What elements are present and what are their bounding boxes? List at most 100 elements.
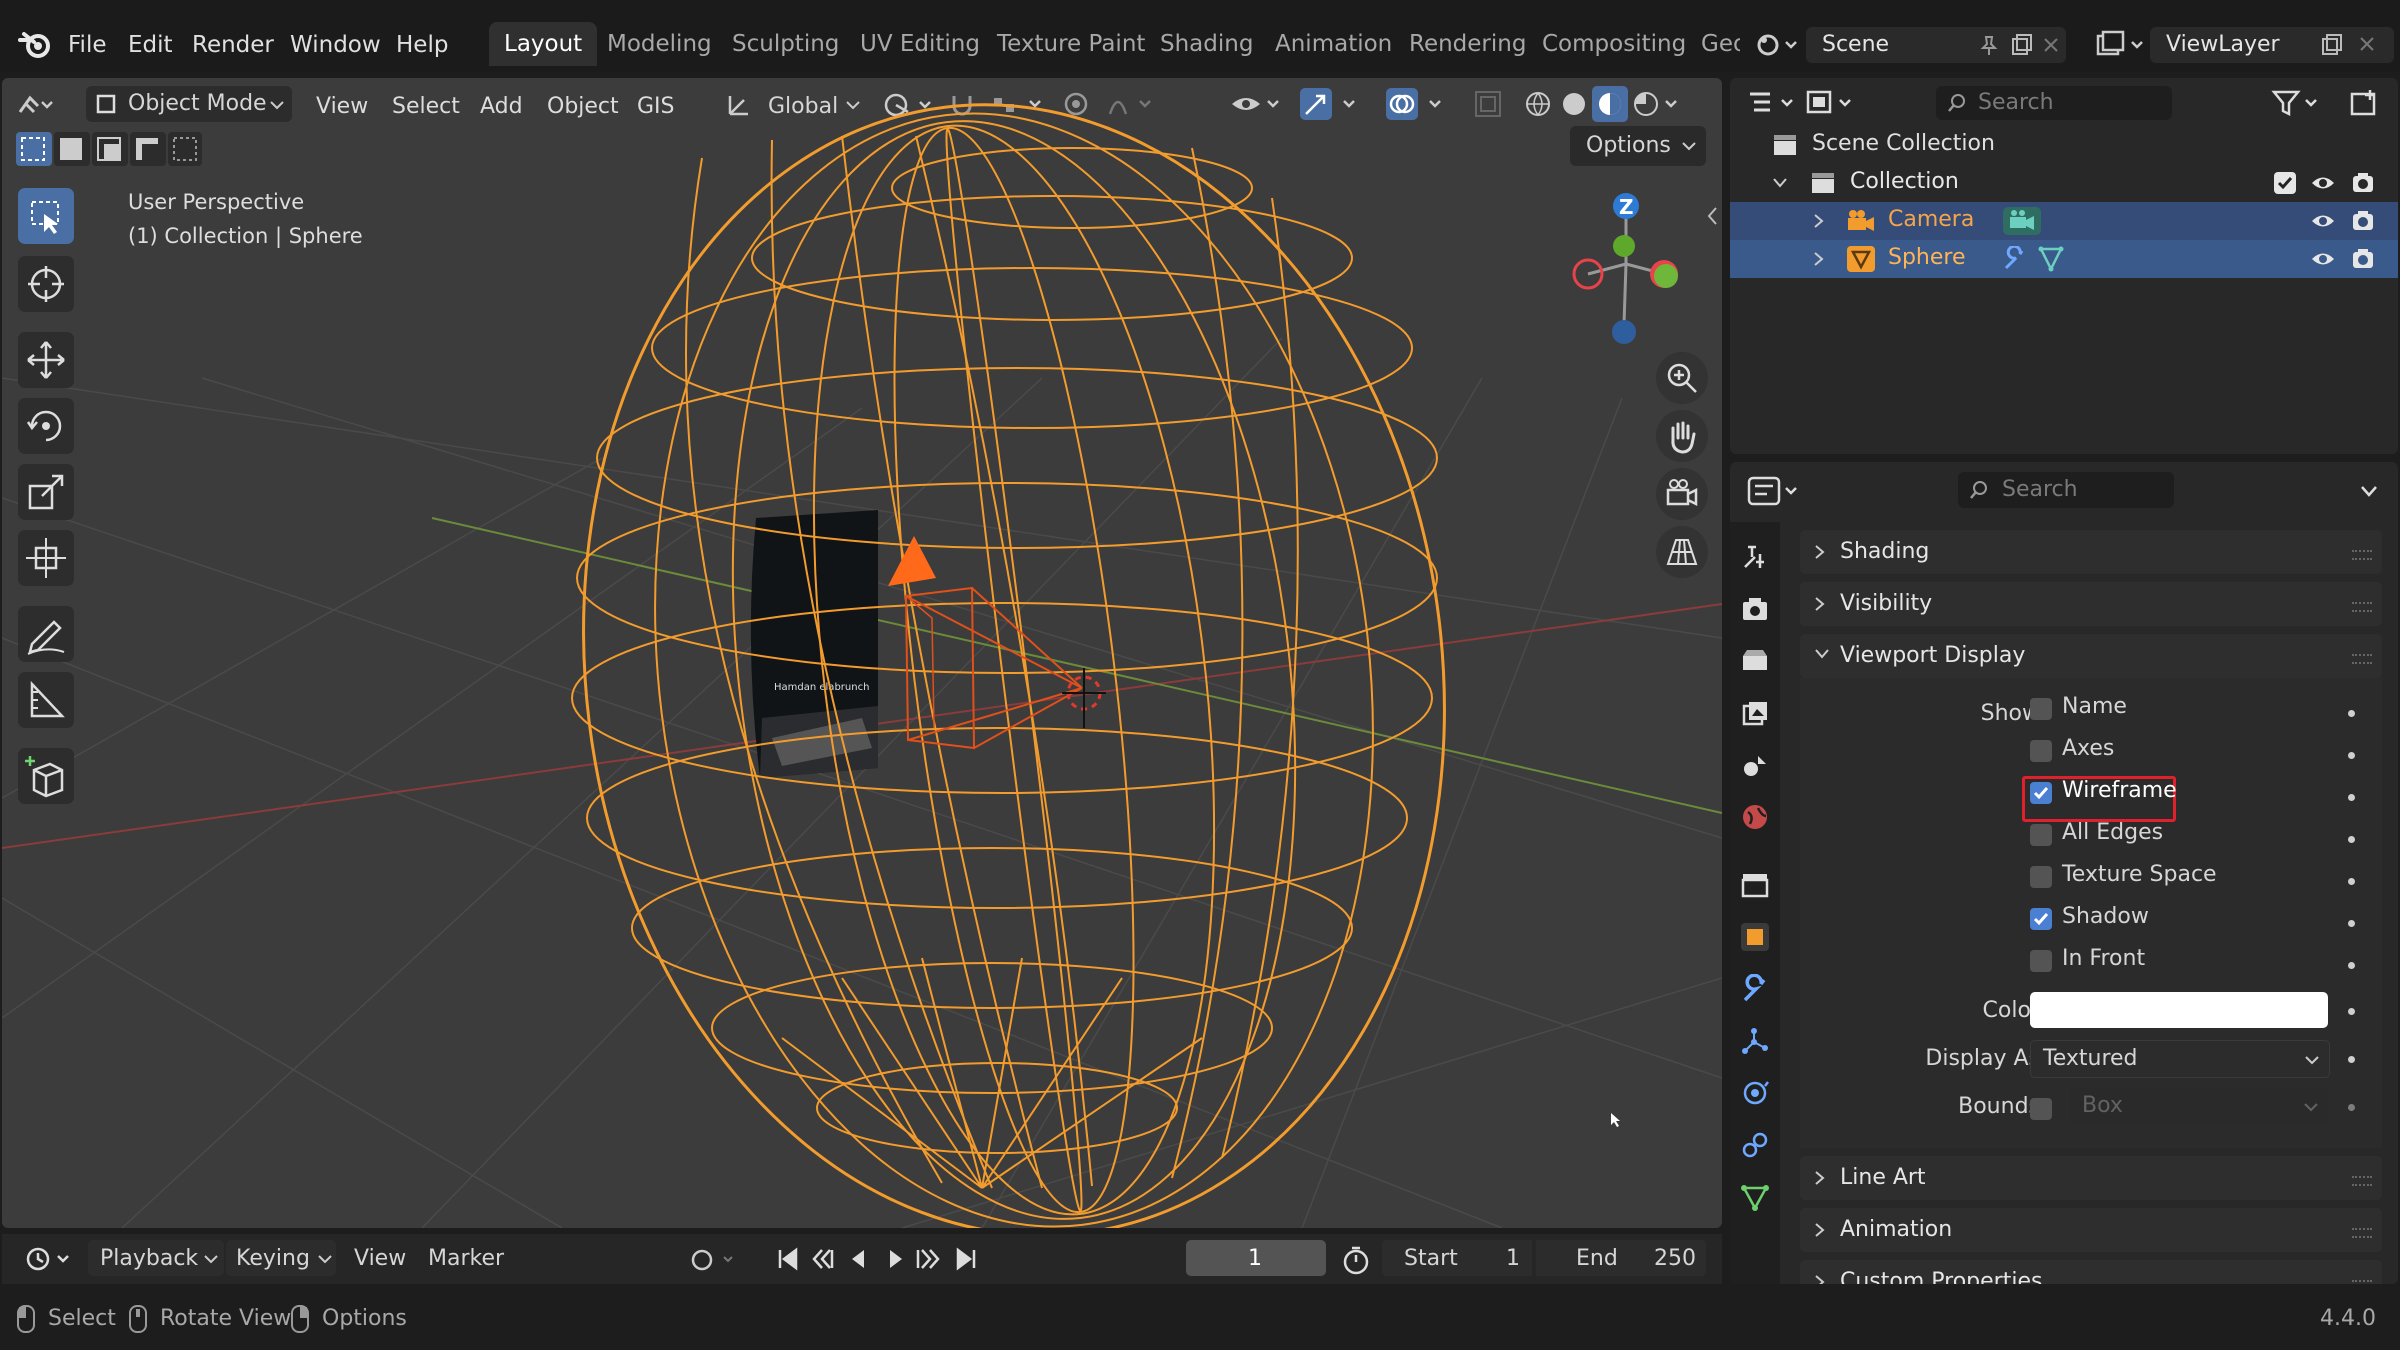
outliner-row-collection[interactable]: Collection: [1730, 164, 2398, 202]
animate-property-icon[interactable]: [2348, 1104, 2355, 1111]
stopwatch-icon[interactable]: [1340, 1244, 1372, 1276]
new-collection-icon[interactable]: [2348, 86, 2382, 120]
render-tab-icon[interactable]: [1740, 594, 1770, 624]
bounds-type-dropdown[interactable]: Box: [2070, 1088, 2328, 1124]
chevron-down-icon[interactable]: [2360, 484, 2378, 498]
camera-view-button[interactable]: [1656, 468, 1708, 520]
scene-tab-icon[interactable]: [1740, 750, 1770, 780]
tab-sculpting[interactable]: Sculpting: [717, 22, 854, 66]
menu-file[interactable]: File: [68, 32, 107, 58]
animate-property-icon[interactable]: [2348, 1056, 2355, 1063]
menu-edit[interactable]: Edit: [128, 32, 173, 58]
axes-checkbox[interactable]: [2030, 740, 2052, 762]
constraints-tab-icon[interactable]: [1740, 1130, 1770, 1160]
playback-controls[interactable]: [772, 1242, 1002, 1276]
panel-shading[interactable]: Shading: [1800, 530, 2382, 574]
timeline-view-menu[interactable]: View: [354, 1246, 406, 1271]
start-frame-field[interactable]: Start 1: [1382, 1240, 1532, 1276]
animate-property-icon[interactable]: [2348, 878, 2355, 885]
tool-tab-icon[interactable]: [1740, 542, 1770, 572]
select-box-tool[interactable]: [18, 188, 74, 244]
all-edges-checkbox[interactable]: [2030, 824, 2052, 846]
keying-dropdown[interactable]: Keying: [226, 1240, 336, 1276]
object-tab-icon[interactable]: [1740, 922, 1770, 952]
measure-tool[interactable]: [18, 672, 74, 728]
animate-property-icon[interactable]: [2348, 752, 2355, 759]
name-checkbox[interactable]: [2030, 698, 2052, 720]
blender-logo-icon[interactable]: [18, 30, 50, 58]
end-frame-field[interactable]: End 250: [1536, 1240, 1706, 1276]
view-layer-tab-icon[interactable]: [1740, 698, 1770, 728]
view-layer-icon[interactable]: [2094, 28, 2150, 62]
animate-property-icon[interactable]: [2348, 1008, 2355, 1015]
panel-line-art[interactable]: Line Art: [1800, 1156, 2382, 1200]
in-front-checkbox[interactable]: [2030, 950, 2052, 972]
tab-uv-editing[interactable]: UV Editing: [845, 22, 995, 66]
cursor-tool[interactable]: [18, 256, 74, 312]
modifier-tab-icon[interactable]: [1740, 974, 1770, 1004]
outliner-search-input[interactable]: Search: [1936, 86, 2172, 120]
outliner-editor-type-icon[interactable]: [1746, 86, 1806, 120]
tab-geometry-nodes[interactable]: Geo: [1686, 22, 1740, 66]
outliner-row-camera[interactable]: Camera: [1730, 202, 2398, 240]
timeline-editor-type-icon[interactable]: [24, 1244, 78, 1274]
scene-name-field[interactable]: Scene: [1806, 27, 2066, 63]
tab-modeling[interactable]: Modeling: [592, 22, 727, 66]
display-as-dropdown[interactable]: Textured: [2030, 1040, 2330, 1078]
drag-handle-icon[interactable]: [2352, 654, 2372, 664]
drag-handle-icon[interactable]: [2352, 602, 2372, 612]
tab-compositing[interactable]: Compositing: [1527, 22, 1701, 66]
animate-property-icon[interactable]: [2348, 794, 2355, 801]
collection-tab-icon[interactable]: [1740, 870, 1770, 900]
bounds-checkbox[interactable]: [2030, 1098, 2052, 1120]
zoom-button[interactable]: [1656, 352, 1708, 404]
playback-dropdown[interactable]: Playback: [88, 1240, 224, 1276]
data-tab-icon[interactable]: [1740, 1182, 1770, 1212]
animate-property-icon[interactable]: [2348, 836, 2355, 843]
current-frame-field[interactable]: 1: [1186, 1240, 1326, 1276]
transform-tool[interactable]: [18, 530, 74, 586]
annotate-tool[interactable]: [18, 606, 74, 662]
collection-exclude-checkbox[interactable]: [2274, 172, 2296, 194]
texture-space-checkbox[interactable]: [2030, 866, 2052, 888]
panel-viewport-display[interactable]: Viewport Display: [1800, 634, 2382, 678]
ortho-toggle-button[interactable]: [1656, 526, 1708, 578]
move-tool[interactable]: [18, 332, 74, 388]
filter-icon[interactable]: [2270, 86, 2330, 120]
properties-search-input[interactable]: Search: [1958, 472, 2174, 508]
drag-handle-icon[interactable]: [2352, 1280, 2372, 1284]
particles-tab-icon[interactable]: [1740, 1026, 1770, 1056]
auto-keying-icon[interactable]: [688, 1246, 748, 1274]
drag-handle-icon[interactable]: [2352, 550, 2372, 560]
tab-layout[interactable]: Layout: [489, 22, 598, 66]
properties-editor-type-icon[interactable]: [1746, 472, 1806, 510]
wireframe-checkbox[interactable]: [2030, 782, 2052, 804]
tab-rendering[interactable]: Rendering: [1394, 22, 1541, 66]
scale-tool[interactable]: [18, 464, 74, 520]
tab-texture-paint[interactable]: Texture Paint: [982, 22, 1160, 66]
outliner-row-scene-collection[interactable]: Scene Collection: [1730, 126, 2398, 164]
color-swatch[interactable]: [2030, 992, 2328, 1028]
shadow-checkbox[interactable]: [2030, 908, 2052, 930]
3d-viewport[interactable]: Object Mode View Select Add Object GIS G…: [2, 78, 1722, 1228]
animate-property-icon[interactable]: [2348, 710, 2355, 717]
animate-property-icon[interactable]: [2348, 962, 2355, 969]
menu-render[interactable]: Render: [192, 32, 274, 58]
panel-animation[interactable]: Animation: [1800, 1208, 2382, 1252]
view-layer-field[interactable]: ViewLayer: [2150, 27, 2394, 63]
add-cube-tool[interactable]: [18, 748, 74, 804]
output-tab-icon[interactable]: [1740, 646, 1770, 676]
drag-handle-icon[interactable]: [2352, 1228, 2372, 1238]
sidebar-toggle-icon[interactable]: [1706, 206, 1720, 226]
drag-handle-icon[interactable]: [2352, 1176, 2372, 1186]
outliner-row-sphere[interactable]: Sphere: [1730, 240, 2398, 278]
world-tab-icon[interactable]: [1740, 802, 1770, 832]
tab-shading[interactable]: Shading: [1145, 22, 1268, 66]
display-mode-icon[interactable]: [1804, 86, 1864, 120]
pan-button[interactable]: [1656, 410, 1708, 462]
tab-animation[interactable]: Animation: [1260, 22, 1407, 66]
panel-visibility[interactable]: Visibility: [1800, 582, 2382, 626]
panel-custom-properties[interactable]: Custom Properties: [1800, 1260, 2382, 1284]
scene-selector-icon[interactable]: [1754, 28, 1798, 62]
menu-window[interactable]: Window: [290, 32, 381, 58]
